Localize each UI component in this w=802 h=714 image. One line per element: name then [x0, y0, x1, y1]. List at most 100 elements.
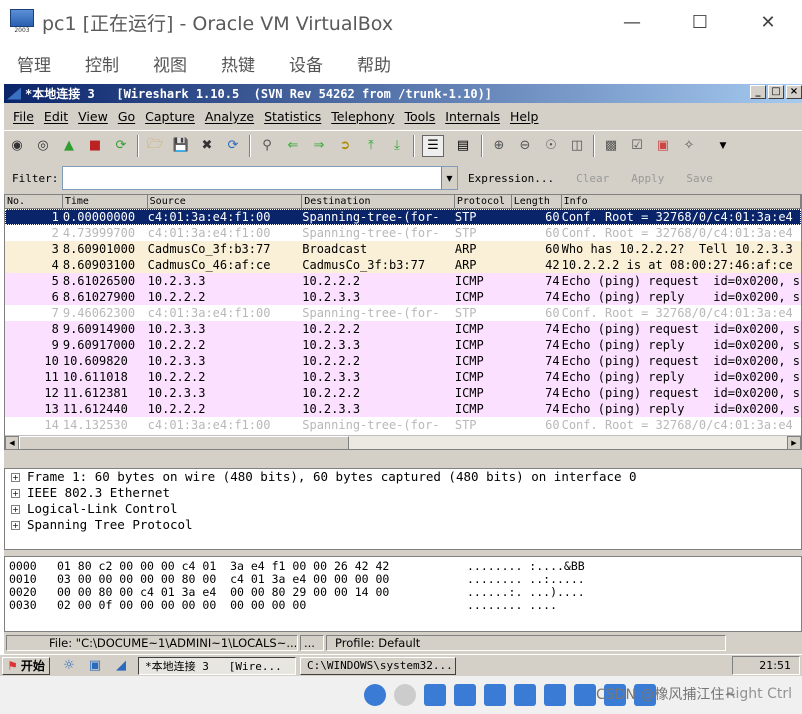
save-file-icon[interactable]: 💾 [172, 137, 190, 155]
ws-close-button[interactable]: × [786, 85, 802, 99]
vbox-menu-control[interactable]: 控制 [85, 51, 119, 76]
clear-button[interactable]: Clear [576, 172, 609, 185]
filter-input[interactable]: ▼ [62, 166, 458, 190]
expand-icon[interactable]: + [11, 488, 20, 498]
menu-help[interactable]: Help [510, 109, 539, 124]
menu-view[interactable]: View [78, 109, 108, 124]
col-header-destination[interactable]: Destination [302, 195, 455, 208]
menu-file[interactable]: File [13, 109, 34, 124]
stop-capture-icon[interactable]: ■ [86, 137, 104, 155]
save-filter-button[interactable]: Save [686, 172, 713, 185]
expand-icon[interactable]: + [11, 472, 20, 482]
display-icon[interactable] [544, 684, 566, 706]
normal-size-icon[interactable]: ☉ [542, 137, 560, 155]
scroll-left-icon[interactable]: ◀ [5, 436, 19, 449]
packet-row[interactable]: 12 11.612381 10.2.3.3 10.2.2.2 ICMP 74 Echo (p… [5, 385, 801, 401]
coloring-rules-icon[interactable]: ▣ [654, 137, 672, 155]
vbox-menu-manage[interactable]: 管理 [17, 51, 51, 76]
task-cmd[interactable]: C:\WINDOWS\system32... [300, 656, 456, 675]
toolbar-overflow-icon[interactable]: ▼ [714, 137, 732, 155]
col-header-protocol[interactable]: Protocol [455, 195, 512, 208]
audio-icon[interactable] [424, 684, 446, 706]
expand-icon[interactable]: + [11, 504, 20, 514]
status-packets[interactable]: ... [300, 635, 324, 651]
vbox-menu-hotkey[interactable]: 热键 [221, 51, 255, 76]
open-file-icon[interactable]: 🗁 [146, 137, 164, 155]
col-header-source[interactable]: Source [148, 195, 303, 208]
vbox-menu-devices[interactable]: 设备 [289, 51, 323, 76]
col-header-time[interactable]: Time [63, 195, 148, 208]
filter-dropdown-icon[interactable]: ▼ [441, 167, 457, 189]
scroll-thumb[interactable] [19, 436, 349, 449]
col-header-info[interactable]: Info [562, 195, 801, 208]
menu-edit[interactable]: Edit [44, 109, 68, 124]
packet-row[interactable]: 2 4.73999700 c4:01:3a:e4:f1:00 Spanning-tre… [5, 225, 801, 241]
vbox-menu-view[interactable]: 视图 [153, 51, 187, 76]
maximize-button[interactable]: ☐ [666, 0, 734, 44]
ws-maximize-button[interactable]: □ [768, 85, 784, 99]
col-header-length[interactable]: Length [512, 195, 562, 208]
packet-row[interactable]: 1 0.00000000 c4:01:3a:e4:f1:00 Spanning-tre… [5, 209, 801, 225]
menu-go[interactable]: Go [118, 109, 135, 124]
preferences-icon[interactable]: ✧ [680, 137, 698, 155]
autoscroll-icon[interactable]: ▤ [452, 135, 474, 157]
ie-icon[interactable]: ☼ [60, 657, 78, 675]
restart-capture-icon[interactable]: ⟳ [112, 137, 130, 155]
detail-row-ethernet[interactable]: + IEEE 802.3 Ethernet [5, 485, 801, 501]
menu-internals[interactable]: Internals [445, 109, 500, 124]
network-icon[interactable] [454, 684, 476, 706]
go-to-packet-icon[interactable]: ➲ [336, 137, 354, 155]
capture-filters-icon[interactable]: ▩ [602, 137, 620, 155]
menu-statistics[interactable]: Statistics [264, 109, 321, 124]
apply-button[interactable]: Apply [631, 172, 664, 185]
close-file-icon[interactable]: ✖ [198, 137, 216, 155]
menu-tools[interactable]: Tools [404, 109, 435, 124]
last-packet-icon[interactable]: ⤓ [388, 137, 406, 155]
menu-capture[interactable]: Capture [145, 109, 195, 124]
show-desktop-icon[interactable]: ▣ [86, 657, 104, 675]
vbox-menu-help[interactable]: 帮助 [357, 51, 391, 76]
go-forward-icon[interactable]: ⇒ [310, 137, 328, 155]
usb-icon[interactable] [484, 684, 506, 706]
optical-drive-icon[interactable] [394, 684, 416, 706]
hex-row[interactable]: 0030 02 00 0f 00 00 00 00 00 00 00 00 00.… [9, 599, 801, 612]
task-wireshark[interactable]: *本地连接 3 [Wire... [138, 656, 296, 675]
options-icon[interactable]: ◎ [34, 137, 52, 155]
packet-row[interactable]: 7 9.46062300 c4:01:3a:e4:f1:00 Spanning-tre… [5, 305, 801, 321]
wireshark-quicklaunch-icon[interactable]: ◢ [112, 657, 130, 675]
packet-row[interactable]: 9 9.60917000 10.2.2.2 10.2.3.3 ICMP 74 Echo (p… [5, 337, 801, 353]
detail-row-frame[interactable]: + Frame 1: 60 bytes on wire (480 bits), 6… [5, 469, 801, 485]
display-filters-icon[interactable]: ☑ [628, 137, 646, 155]
packet-row[interactable]: 13 11.612440 10.2.2.2 10.2.3.3 ICMP 74 Echo (p… [5, 401, 801, 417]
packet-row[interactable]: 6 8.61027900 10.2.2.2 10.2.3.3 ICMP 74 Echo (p… [5, 289, 801, 305]
colorize-icon[interactable]: ☰ [422, 134, 444, 157]
menu-telephony[interactable]: Telephony [331, 109, 394, 124]
packet-row[interactable]: 5 8.61026500 10.2.3.3 10.2.2.2 ICMP 74 Echo (p… [5, 273, 801, 289]
zoom-in-icon[interactable]: ⊕ [490, 137, 508, 155]
expression-button[interactable]: Expression... [468, 172, 554, 185]
start-button[interactable]: ⚑ 开始 [2, 656, 50, 675]
clock[interactable]: 21:51 [759, 659, 791, 672]
status-profile[interactable]: Profile: Default [326, 635, 726, 651]
menu-analyze[interactable]: Analyze [205, 109, 254, 124]
packet-row[interactable]: 4 8.60903100 CadmusCo_46:af:ce CadmusCo_3f:… [5, 257, 801, 273]
recording-icon[interactable] [574, 684, 596, 706]
packet-list-hscrollbar[interactable]: ◀ ▶ [5, 435, 801, 449]
detail-row-stp[interactable]: + Spanning Tree Protocol [5, 517, 801, 533]
scroll-right-icon[interactable]: ▶ [787, 436, 801, 449]
zoom-out-icon[interactable]: ⊖ [516, 137, 534, 155]
hdd-icon[interactable] [364, 684, 386, 706]
find-packet-icon[interactable]: ⚲ [258, 137, 276, 155]
go-back-icon[interactable]: ⇐ [284, 137, 302, 155]
packet-row[interactable]: 14 14.132530 c4:01:3a:e4:f1:00 Spanning-tre… [5, 417, 801, 433]
reload-icon[interactable]: ⟳ [224, 137, 242, 155]
resize-columns-icon[interactable]: ◫ [568, 137, 586, 155]
start-capture-icon[interactable]: ▲ [60, 137, 78, 155]
packet-row[interactable]: 3 8.60901000 CadmusCo_3f:b3:77 Broadcast ARP… [5, 241, 801, 257]
shared-folders-icon[interactable] [514, 684, 536, 706]
expand-icon[interactable]: + [11, 520, 20, 530]
minimize-button[interactable]: — [598, 0, 666, 44]
first-packet-icon[interactable]: ⤒ [362, 137, 380, 155]
detail-row-llc[interactable]: + Logical-Link Control [5, 501, 801, 517]
packet-row[interactable]: 8 9.60914900 10.2.3.3 10.2.2.2 ICMP 74 Echo (p… [5, 321, 801, 337]
